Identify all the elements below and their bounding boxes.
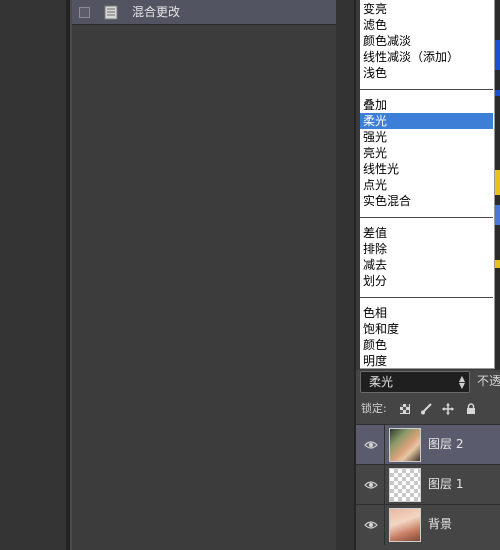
blend-mode-option[interactable]: 点光 [360,177,493,193]
select-arrows-icon: ▲ ▼ [458,374,465,390]
panel-gutter [336,0,356,550]
lock-transparent-icon[interactable] [399,403,411,415]
blend-mode-value: 柔光 [369,375,394,389]
lock-label: 锁定: [361,402,387,415]
blend-mode-option[interactable]: 实色混合 [360,193,493,209]
eye-icon[interactable] [364,478,378,492]
blend-mode-option[interactable]: 排除 [360,241,493,257]
blend-mode-option[interactable]: 浅色 [360,65,493,81]
blend-mode-option[interactable]: 线性减淡（添加） [360,49,493,65]
blend-mode-menu: 变亮 滤色 颜色减淡 线性减淡（添加） 浅色叠加 柔光 强光 亮光 线性光 点光 实色混合差值 排除减… [360,0,495,369]
blend-mode-option[interactable]: 叠加 [360,97,493,113]
layer-thumbnail [389,428,421,462]
eye-separator [384,425,385,465]
eye-separator [384,465,385,505]
blend-mode-option[interactable]: 亮光 [360,145,493,161]
history-item[interactable]: 混合更改 [72,0,336,25]
eye-separator [384,505,385,545]
blend-mode-option[interactable]: 线性光 [360,161,493,177]
history-snapshot-icon [104,5,118,20]
lock-move-icon[interactable] [442,403,454,415]
layer-thumbnail [389,508,421,542]
blend-mode-option[interactable]: 明度 [360,353,493,369]
layer-row[interactable]: 图层 2 [356,424,500,465]
lock-brush-icon[interactable] [420,403,432,415]
blend-mode-option[interactable]: 变亮 [360,1,493,17]
blend-mode-option[interactable]: 颜色减淡 [360,33,493,49]
lock-bar: 锁定: [356,397,500,423]
menu-separator [360,297,493,298]
layer-thumbnail [389,468,421,502]
blend-mode-option[interactable]: 色相 [360,305,493,321]
eye-icon[interactable] [364,518,378,532]
layer-row[interactable]: 背景 [356,504,500,545]
blend-mode-option[interactable]: 颜色 [360,337,493,353]
menu-separator [360,217,493,218]
layer-row[interactable]: 图层 1 [356,464,500,505]
layer-name[interactable]: 图层 2 [428,437,463,452]
blend-mode-select[interactable]: 柔光 ▲ ▼ [360,371,470,393]
layer-name[interactable]: 背景 [428,517,452,532]
workspace-left [0,0,66,550]
lock-all-icon[interactable] [465,403,477,415]
blend-mode-option[interactable]: 强光 [360,129,493,145]
blend-mode-option[interactable]: 饱和度 [360,321,493,337]
menu-separator [360,89,493,90]
blend-mode-option[interactable]: 划分 [360,273,493,289]
blend-mode-option[interactable]: 减去 [360,257,493,273]
history-checkbox[interactable] [79,7,90,18]
eye-icon[interactable] [364,438,378,452]
history-item-label: 混合更改 [132,5,181,19]
history-panel: 混合更改 [72,0,336,550]
layer-name[interactable]: 图层 1 [428,477,463,492]
blend-mode-option[interactable]: 柔光 [360,113,493,129]
opacity-label: 不透 [477,374,500,388]
blend-mode-option[interactable]: 差值 [360,225,493,241]
blend-mode-option[interactable]: 滤色 [360,17,493,33]
